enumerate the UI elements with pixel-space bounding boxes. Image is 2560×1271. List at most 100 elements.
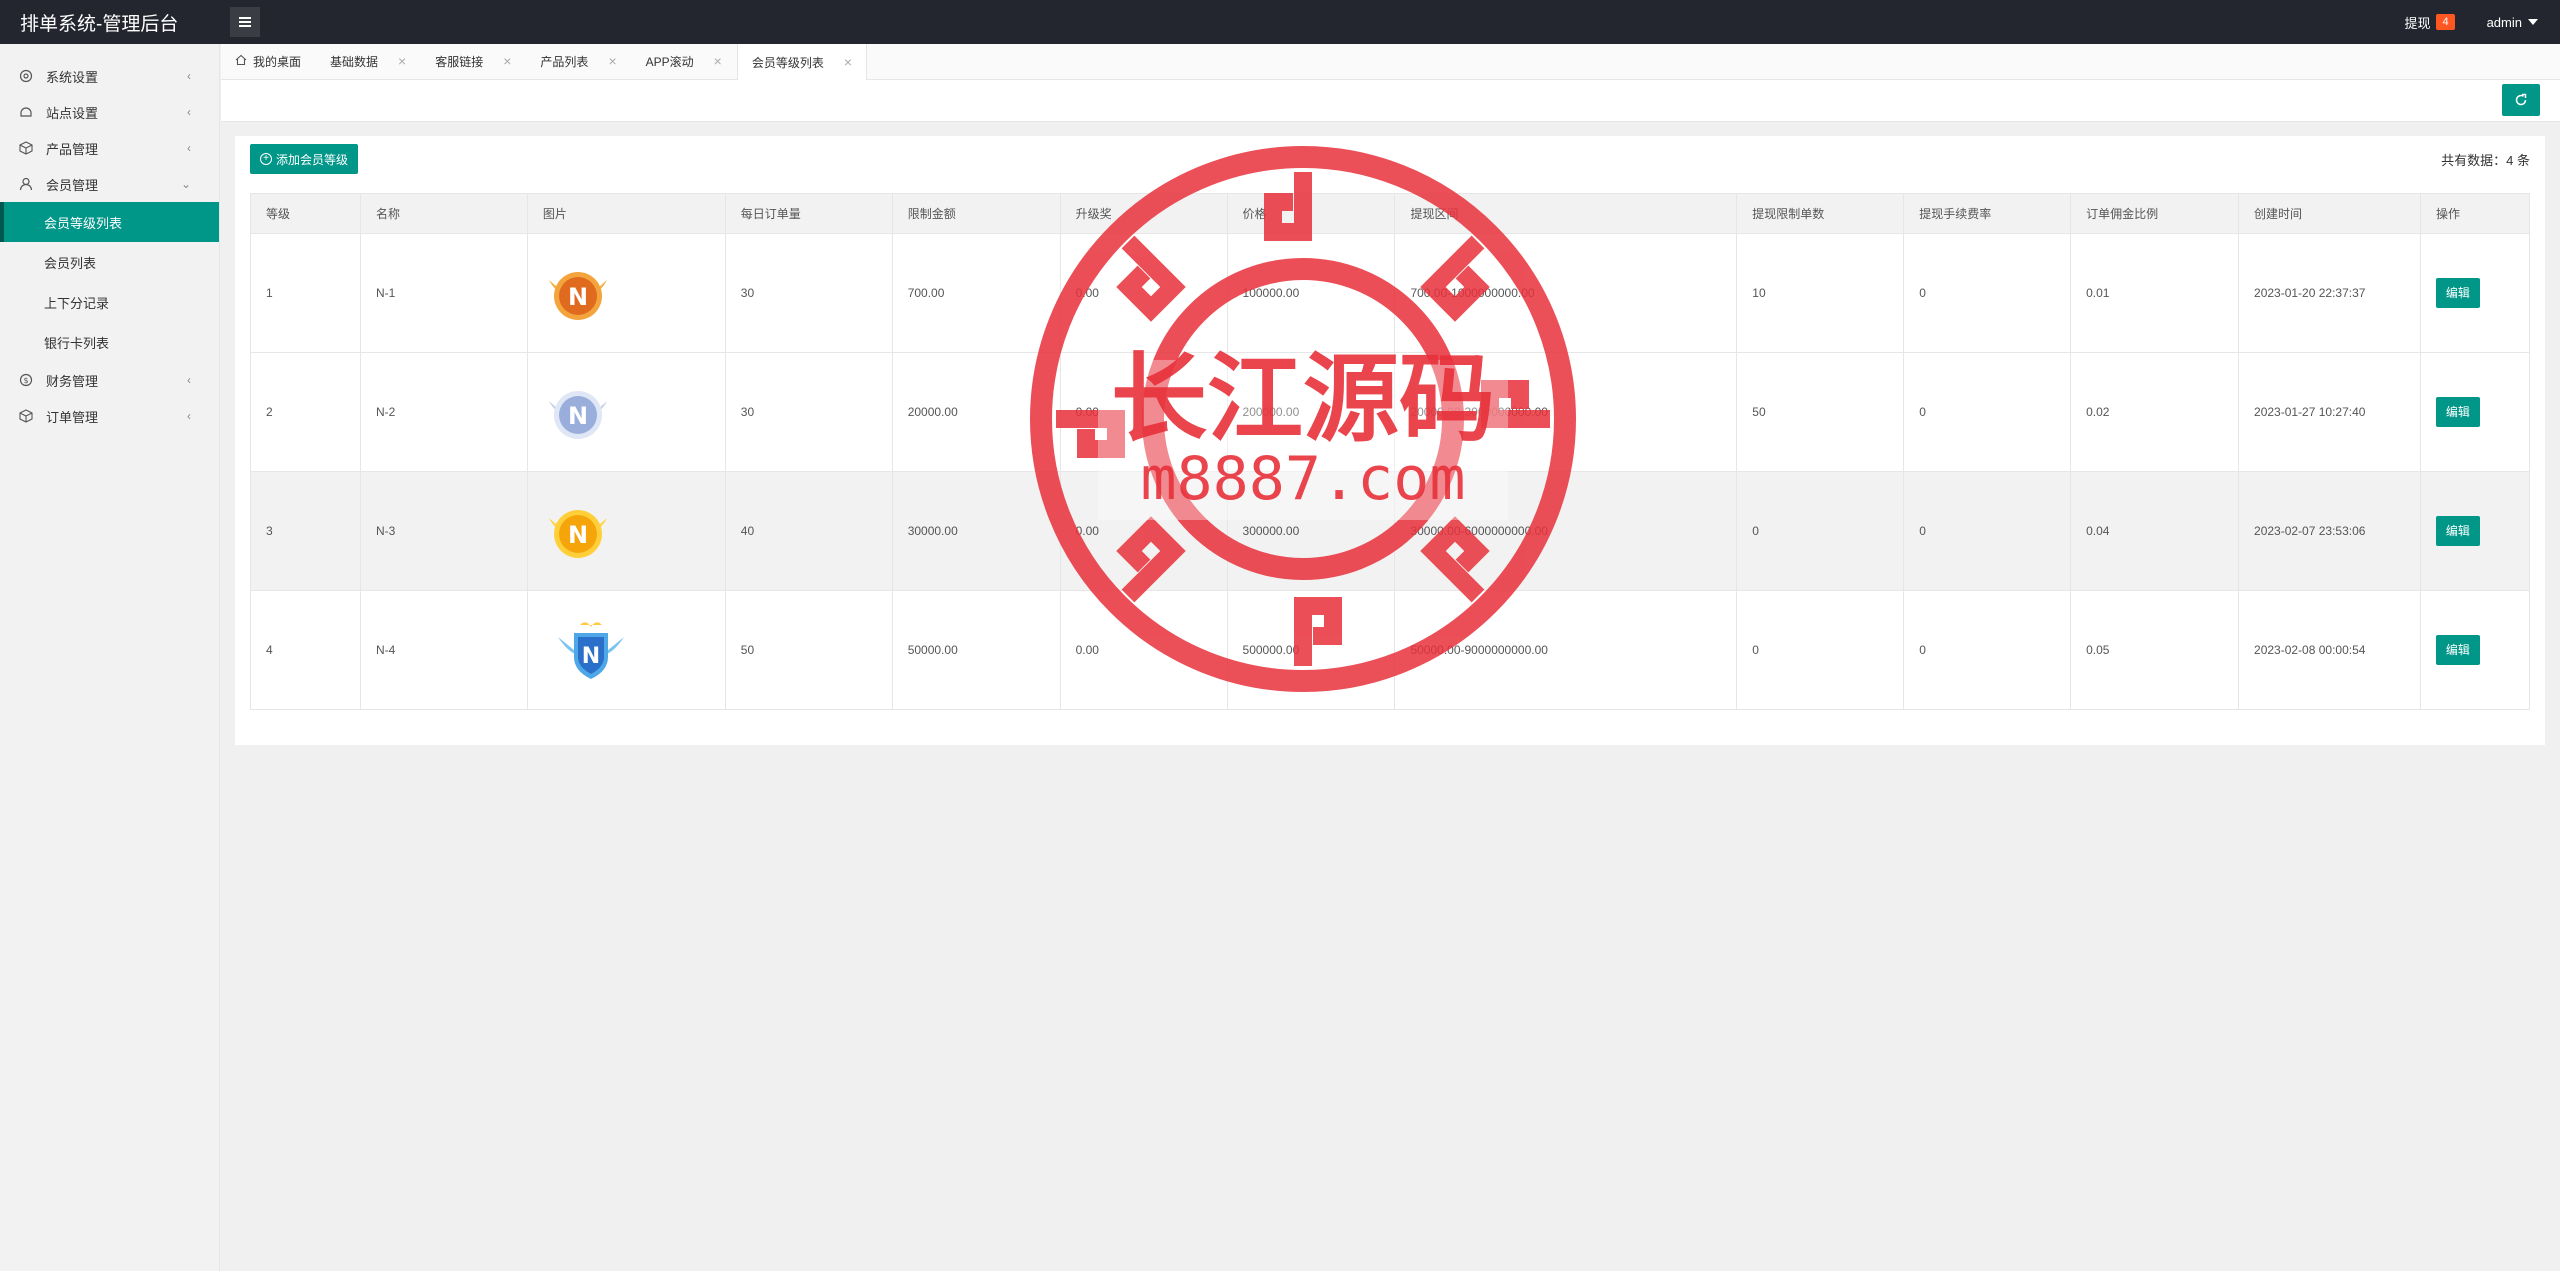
action-cell: 编辑 bbox=[2419, 590, 2531, 710]
svg-text:N: N bbox=[568, 402, 588, 430]
tab-product-list[interactable]: 产品列表 × bbox=[526, 43, 631, 79]
member-level-panel: + 添加会员等级 共有数据：4 条 等级 名称 图片 每日订单量 限制金额 升级… bbox=[235, 136, 2545, 745]
withdraw-range-cell: 20000.00-3000000000.00 bbox=[1394, 352, 1738, 472]
daily-orders-cell: 30 bbox=[724, 233, 893, 353]
tab-label: 客服链接 bbox=[435, 54, 484, 69]
name-cell: N-1 bbox=[359, 233, 528, 353]
sidebar-item-order-management[interactable]: 订单管理 ‹ bbox=[0, 398, 219, 434]
sidebar-subitem-balance-records[interactable]: 上下分记录 bbox=[0, 282, 219, 322]
close-icon[interactable]: × bbox=[608, 53, 616, 69]
withdraw-range-cell: 50000.00-9000000000.00 bbox=[1394, 590, 1738, 710]
image-cell: N bbox=[526, 590, 726, 710]
silver-n-badge-image: N bbox=[548, 391, 607, 439]
home-icon bbox=[235, 54, 247, 69]
column-header: 名称 bbox=[359, 193, 528, 234]
sidebar-item-label: 产品管理 bbox=[46, 141, 99, 157]
sidebar-item-finance-management[interactable]: $ 财务管理 ‹ bbox=[0, 362, 219, 398]
table-row: 1 N-1 N 30 700.00 0.00 100000.00 700.00-… bbox=[250, 233, 2531, 353]
header-actions: 提现 4 admin bbox=[2404, 13, 2560, 32]
withdraw-limit-cell: 0 bbox=[1736, 590, 1905, 710]
image-cell: N bbox=[526, 471, 726, 591]
svg-text:N: N bbox=[568, 521, 588, 549]
tab-label: 基础数据 bbox=[330, 54, 379, 69]
close-icon[interactable]: × bbox=[714, 53, 722, 69]
chevron-left-icon: ‹ bbox=[187, 141, 191, 155]
withdraw-label: 提现 bbox=[2404, 15, 2431, 31]
withdraw-notice-link[interactable]: 提现 4 bbox=[2404, 13, 2455, 32]
edit-button[interactable]: 编辑 bbox=[2435, 278, 2480, 308]
gear-icon bbox=[18, 68, 34, 84]
plus-circle-icon: + bbox=[260, 153, 272, 165]
chevron-down-icon: ⌄ bbox=[180, 177, 191, 191]
daily-orders-cell: 30 bbox=[724, 352, 893, 472]
caret-down-icon bbox=[2528, 19, 2538, 25]
tab-member-levels[interactable]: 会员等级列表 × bbox=[736, 44, 868, 80]
column-header: 创建时间 bbox=[2238, 193, 2421, 234]
add-member-level-button[interactable]: + 添加会员等级 bbox=[250, 144, 359, 174]
member-level-table: 等级 名称 图片 每日订单量 限制金额 升级奖 价格 提现区间 提现限制单数 提… bbox=[250, 193, 2531, 710]
tab-basic-data[interactable]: 基础数据 × bbox=[316, 43, 421, 79]
withdraw-count-badge: 4 bbox=[2436, 14, 2455, 30]
upgrade-reward-cell: 0.00 bbox=[1059, 471, 1228, 591]
action-cell: 编辑 bbox=[2419, 233, 2531, 353]
refresh-button[interactable] bbox=[2502, 84, 2540, 116]
level-cell: 1 bbox=[250, 233, 361, 353]
close-icon[interactable]: × bbox=[503, 53, 511, 69]
column-header: 提现限制单数 bbox=[1736, 193, 1905, 234]
fee-rate-cell: 0 bbox=[1903, 590, 2072, 710]
image-cell: N bbox=[526, 233, 726, 353]
sidebar-item-label: 站点设置 bbox=[46, 105, 99, 121]
add-button-label: 添加会员等级 bbox=[276, 152, 349, 167]
sidebar-item-site-settings[interactable]: 站点设置 ‹ bbox=[0, 94, 219, 130]
tab-app-scroll[interactable]: APP滚动 × bbox=[632, 43, 737, 79]
column-header: 提现手续费率 bbox=[1903, 193, 2072, 234]
edit-button[interactable]: 编辑 bbox=[2435, 397, 2480, 427]
column-header: 价格 bbox=[1226, 193, 1396, 234]
sidebar-subitem-bank-cards[interactable]: 银行卡列表 bbox=[0, 322, 219, 362]
sidebar-item-label: 财务管理 bbox=[46, 373, 99, 389]
sidebar-item-system-settings[interactable]: 系统设置 ‹ bbox=[0, 58, 219, 94]
sidebar-subitem-member-levels[interactable]: 会员等级列表 bbox=[0, 202, 219, 242]
edit-button[interactable]: 编辑 bbox=[2435, 635, 2480, 665]
sidebar-item-label: 订单管理 bbox=[46, 409, 99, 425]
tab-label: 我的桌面 bbox=[253, 54, 302, 69]
sidebar-item-member-management[interactable]: 会员管理 ⌄ bbox=[0, 166, 219, 202]
sidebar-item-product-management[interactable]: 产品管理 ‹ bbox=[0, 130, 219, 166]
image-cell: N bbox=[526, 352, 726, 472]
box-icon bbox=[18, 140, 34, 156]
total-count: 共有数据：4 条 bbox=[2441, 153, 2530, 168]
diamond-n-badge-image: N bbox=[557, 622, 624, 679]
column-header: 订单佣金比例 bbox=[2070, 193, 2240, 234]
menu-toggle-button[interactable] bbox=[230, 7, 260, 37]
app-title: 排单系统-管理后台 bbox=[20, 13, 179, 35]
price-cell: 100000.00 bbox=[1226, 233, 1396, 353]
chevron-left-icon: ‹ bbox=[187, 105, 191, 119]
fee-rate-cell: 0 bbox=[1903, 352, 2072, 472]
withdraw-range-cell: 700.00-1000000000.00 bbox=[1394, 233, 1738, 353]
user-menu[interactable]: admin bbox=[2487, 15, 2538, 30]
tab-service-links[interactable]: 客服链接 × bbox=[421, 43, 526, 79]
column-header: 限制金额 bbox=[891, 193, 1061, 234]
svg-text:$: $ bbox=[23, 376, 28, 385]
withdraw-limit-cell: 0 bbox=[1736, 471, 1905, 591]
close-icon[interactable]: × bbox=[398, 53, 406, 69]
level-cell: 3 bbox=[250, 471, 361, 591]
upgrade-reward-cell: 0.00 bbox=[1059, 233, 1228, 353]
edit-button[interactable]: 编辑 bbox=[2435, 516, 2480, 546]
commission-cell: 0.05 bbox=[2070, 590, 2240, 710]
column-header: 等级 bbox=[250, 193, 361, 234]
withdraw-limit-cell: 10 bbox=[1736, 233, 1905, 353]
tab-label: 会员等级列表 bbox=[751, 55, 824, 70]
limit-amount-cell: 50000.00 bbox=[891, 590, 1061, 710]
close-icon[interactable]: × bbox=[844, 54, 852, 70]
chevron-left-icon: ‹ bbox=[187, 409, 191, 423]
limit-amount-cell: 700.00 bbox=[891, 233, 1061, 353]
created-time-cell: 2023-02-08 00:00:54 bbox=[2238, 590, 2421, 710]
tab-my-desktop[interactable]: 我的桌面 bbox=[221, 43, 316, 79]
user-name: admin bbox=[2486, 14, 2522, 30]
sidebar-subitem-member-list[interactable]: 会员列表 bbox=[0, 242, 219, 282]
name-cell: N-3 bbox=[359, 471, 528, 591]
page-toolbar bbox=[221, 80, 2560, 122]
user-icon bbox=[18, 176, 34, 192]
commission-cell: 0.04 bbox=[2070, 471, 2240, 591]
